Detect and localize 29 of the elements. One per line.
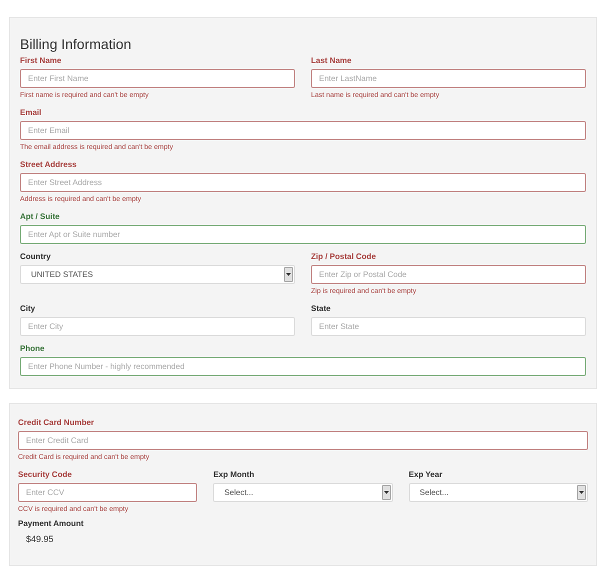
select-field[interactable]: UNITED STATES [20,265,295,284]
select-field[interactable]: Select... [408,483,588,502]
input-field[interactable]: Enter LastName [311,69,586,88]
field-label: Email [20,108,42,118]
section-title: Billing Information [20,36,132,52]
input-field[interactable]: Enter First Name [20,69,295,88]
input-field[interactable]: Enter Street Address [20,173,586,192]
input-field[interactable]: Enter Email [20,121,586,140]
input-field[interactable]: Enter Phone Number - highly recommended [20,357,586,376]
input-field[interactable]: Enter Credit Card [18,431,588,450]
field-label: Zip / Postal Code [311,252,377,262]
field-label: State [311,304,332,314]
field-label: Street Address [20,160,78,170]
field-label: Phone [20,344,46,354]
payment-amount: $49.95 [25,533,55,546]
field-label: Country [20,252,52,262]
input-field[interactable]: Enter Apt or Suite number [20,225,586,244]
input-field[interactable]: Enter Zip or Postal Code [311,265,586,284]
input-field[interactable]: Enter CCV [18,483,198,502]
field-label: Security Code [18,470,73,480]
field-label: Credit Card Number [18,418,96,428]
field-label: Exp Year [408,470,444,480]
select-field[interactable]: Select... [213,483,393,502]
field-label: City [20,304,36,314]
field-label: Last Name [311,56,352,66]
field-label: Apt / Suite [20,212,61,222]
field-label: Exp Month [213,470,256,480]
field-label: Payment Amount [18,519,84,529]
field-label: First Name [20,56,62,66]
